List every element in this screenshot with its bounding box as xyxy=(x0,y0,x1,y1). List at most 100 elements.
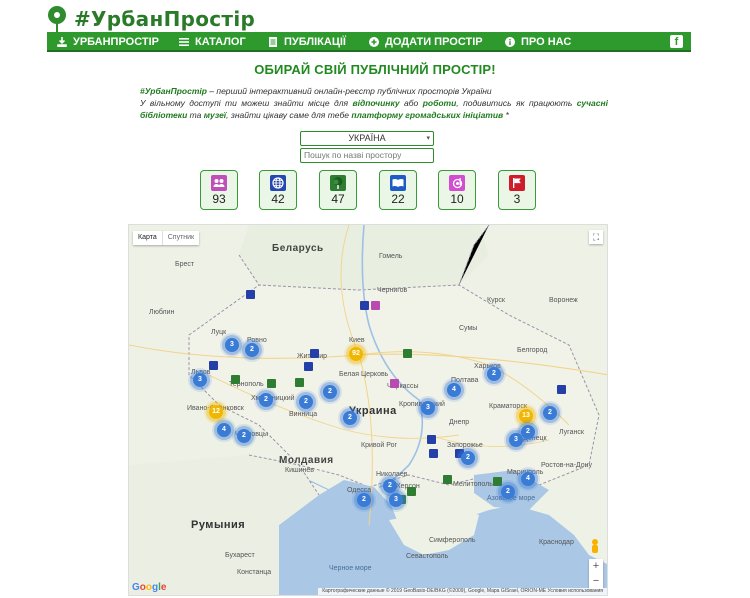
category-count: 42 xyxy=(271,192,285,206)
map-label-krasnodar: Краснодар xyxy=(539,539,574,546)
map-label-moldova: Молдавия xyxy=(279,455,334,466)
globe-icon xyxy=(270,175,286,191)
map-cluster[interactable]: 3 xyxy=(421,401,435,415)
map-pin-globe[interactable] xyxy=(429,449,438,458)
map-type-satellite-button[interactable]: Спутник xyxy=(161,231,199,245)
map-pin-park[interactable] xyxy=(443,475,452,484)
map-cluster[interactable]: 3 xyxy=(389,493,403,507)
country-select[interactable]: УКРАЇНА ▾ xyxy=(300,131,434,146)
category-filters: 93 42 47 22 10 3 xyxy=(0,170,750,212)
map-label-black-sea: Черное море xyxy=(329,565,372,572)
map-pin-library[interactable] xyxy=(310,349,319,358)
facebook-icon[interactable]: f xyxy=(670,35,683,48)
map-cluster[interactable]: 2 xyxy=(383,479,397,493)
map-label-kursk: Курск xyxy=(487,297,505,304)
category-count: 93 xyxy=(212,192,226,206)
art-icon xyxy=(449,175,465,191)
map-cluster[interactable]: 4 xyxy=(447,383,461,397)
location-pin-icon xyxy=(46,6,68,32)
map-cluster[interactable]: 92 xyxy=(349,347,363,361)
nav-publications[interactable]: ПУБЛІКАЦІЇ xyxy=(268,32,346,52)
map-label-lublin: Люблин xyxy=(149,309,175,316)
map-pin-globe[interactable] xyxy=(360,301,369,310)
map-cluster[interactable]: 2 xyxy=(521,425,535,439)
map-pin-library[interactable] xyxy=(427,435,436,444)
document-icon xyxy=(268,37,278,47)
map-cluster[interactable]: 2 xyxy=(501,485,515,499)
page-title: ОБИРАЙ СВІЙ ПУБЛІЧНИЙ ПРОСТІР! xyxy=(254,62,496,77)
map-cluster[interactable]: 3 xyxy=(225,338,239,352)
intro-text: #УрбанПростір – перший інтерактивний онл… xyxy=(140,86,608,120)
map-cluster[interactable]: 3 xyxy=(193,373,207,387)
map-cluster[interactable]: 2 xyxy=(357,493,371,507)
zoom-out-button[interactable]: − xyxy=(589,574,603,589)
space-search-input[interactable]: Пошук по назві простору xyxy=(300,148,434,163)
map-cluster[interactable]: 2 xyxy=(323,385,337,399)
map-cluster[interactable]: 12 xyxy=(209,405,223,419)
map-pin-park[interactable] xyxy=(403,349,412,358)
map-attribution[interactable]: Картографические данные © 2019 GeoBasis-… xyxy=(318,588,607,595)
map-label-voronezh: Воронеж xyxy=(549,297,578,304)
nav-add-space[interactable]: ДОДАТИ ПРОСТІР xyxy=(369,32,483,52)
map-label-belarus: Беларусь xyxy=(272,243,324,254)
spaces-map[interactable]: Беларусь Украина Молдавия Румыния Люблин… xyxy=(128,224,608,596)
fullscreen-icon[interactable]: ⛶ xyxy=(589,230,603,244)
google-logo[interactable]: Google xyxy=(132,582,166,593)
map-cluster[interactable]: 2 xyxy=(245,343,259,357)
map-label-zaporozhye: Запорожье xyxy=(447,442,483,449)
nav-urbanprostir[interactable]: УРБАНПРОСТІР xyxy=(57,32,159,52)
map-pin-park[interactable] xyxy=(493,477,502,486)
map-cluster[interactable]: 2 xyxy=(343,411,357,425)
map-cluster[interactable]: 2 xyxy=(237,429,251,443)
map-pin-library[interactable] xyxy=(246,290,255,299)
map-pin-community[interactable] xyxy=(390,379,399,388)
map-label-odessa: Одесса xyxy=(347,487,372,494)
street-view-pegman-icon[interactable] xyxy=(591,539,599,553)
map-label-vinnytsia: Винница xyxy=(289,411,318,418)
map-label-belgorod: Белгород xyxy=(517,347,548,354)
map-label-simferopol: Симферополь xyxy=(429,537,476,544)
category-park[interactable]: 47 xyxy=(319,170,357,210)
map-pin-library[interactable] xyxy=(557,385,566,394)
chevron-down-icon: ▾ xyxy=(426,135,430,142)
map-label-krivoy-rog: Кривой Рог xyxy=(361,442,398,449)
map-cluster[interactable]: 13 xyxy=(519,409,533,423)
map-pin-park[interactable] xyxy=(267,379,276,388)
map-type-toggle: Карта Спутник xyxy=(133,231,200,245)
map-cluster[interactable]: 2 xyxy=(543,406,557,420)
map-cluster[interactable]: 2 xyxy=(461,451,475,465)
category-globe[interactable]: 42 xyxy=(259,170,297,210)
map-cluster[interactable]: 2 xyxy=(487,367,501,381)
map-cluster[interactable]: 4 xyxy=(521,472,535,486)
map-type-map-button[interactable]: Карта xyxy=(133,231,162,245)
nav-catalog[interactable]: КАТАЛОГ xyxy=(179,32,246,52)
map-pin-library[interactable] xyxy=(209,361,218,370)
category-art[interactable]: 10 xyxy=(438,170,476,210)
main-navbar: УРБАНПРОСТІР КАТАЛОГ ПУБЛІКАЦІЇ ДОДАТИ П… xyxy=(47,32,691,52)
map-cluster[interactable]: 4 xyxy=(217,423,231,437)
zoom-control: + − xyxy=(589,559,603,589)
map-pin-library[interactable] xyxy=(304,362,313,371)
map-cluster[interactable]: 2 xyxy=(259,393,273,407)
map-pin-park[interactable] xyxy=(295,378,304,387)
site-logo[interactable]: #УрбанПростір xyxy=(46,4,255,34)
category-library[interactable]: 22 xyxy=(379,170,417,210)
map-label-kishinev: Кишинёв xyxy=(285,467,314,474)
map-pin-park[interactable] xyxy=(407,487,416,496)
intro-brand: #УрбанПростір xyxy=(140,86,207,96)
map-pin-park[interactable] xyxy=(231,375,240,384)
nav-about[interactable]: ПРО НАС xyxy=(505,32,571,52)
map-label-constanta: Констанца xyxy=(237,569,272,576)
map-cluster[interactable]: 3 xyxy=(509,433,523,447)
zoom-in-button[interactable]: + xyxy=(589,559,603,574)
map-cluster[interactable]: 2 xyxy=(299,395,313,409)
category-count: 47 xyxy=(331,192,345,206)
flag-icon xyxy=(509,175,525,191)
map-label-chernigov: Чернигов xyxy=(377,287,408,294)
map-label-bucharest: Бухарест xyxy=(225,552,255,559)
category-community[interactable]: 93 xyxy=(200,170,238,210)
map-label-melitopol: Мелитополь xyxy=(453,481,493,488)
category-initiatives[interactable]: 3 xyxy=(498,170,536,210)
map-label-kiev: Киев xyxy=(349,337,365,344)
map-pin-community[interactable] xyxy=(371,301,380,310)
